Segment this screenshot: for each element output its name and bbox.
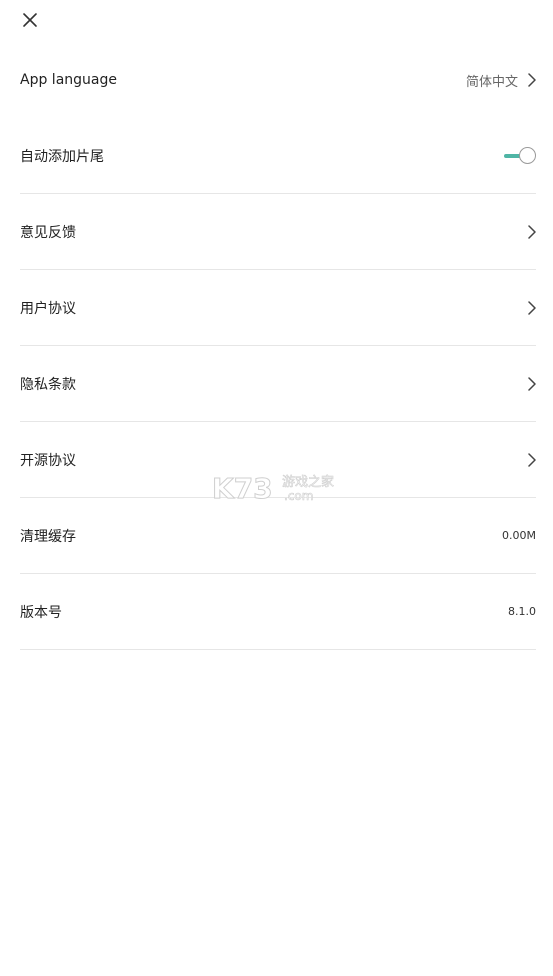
setting-row-feedback[interactable]: 意见反馈: [20, 194, 536, 270]
setting-label: 隐私条款: [20, 376, 76, 393]
toggle-knob: [519, 146, 536, 164]
setting-right: 简体中文: [466, 71, 536, 90]
setting-label: 版本号: [20, 604, 62, 621]
settings-list: App language 简体中文 自动添加片尾 意见反馈 用户协议 隐私条款: [20, 42, 536, 650]
setting-label: 用户协议: [20, 300, 76, 317]
close-icon: [23, 13, 37, 27]
setting-label: App language: [20, 72, 117, 88]
chevron-right-icon: [524, 300, 536, 316]
setting-row-app-language[interactable]: App language 简体中文: [20, 42, 536, 118]
close-button[interactable]: [16, 6, 44, 34]
setting-row-privacy[interactable]: 隐私条款: [20, 346, 536, 422]
setting-row-auto-add-ending: 自动添加片尾: [20, 118, 536, 194]
setting-label: 开源协议: [20, 452, 76, 469]
auto-ending-toggle[interactable]: [504, 146, 536, 166]
setting-row-clear-cache[interactable]: 清理缓存 0.00M: [20, 498, 536, 574]
chevron-right-icon: [524, 224, 536, 240]
setting-label: 清理缓存: [20, 528, 76, 545]
chevron-right-icon: [524, 376, 536, 392]
setting-row-user-agreement[interactable]: 用户协议: [20, 270, 536, 346]
cache-size-value: 0.00M: [502, 529, 536, 542]
setting-row-open-source[interactable]: 开源协议: [20, 422, 536, 498]
language-value: 简体中文: [465, 74, 518, 90]
setting-label: 意见反馈: [20, 224, 76, 241]
chevron-right-icon: [524, 452, 536, 468]
setting-row-version: 版本号 8.1.0: [20, 574, 536, 650]
version-value: 8.1.0: [508, 605, 536, 618]
chevron-right-icon: [524, 72, 536, 88]
setting-label: 自动添加片尾: [20, 148, 104, 165]
